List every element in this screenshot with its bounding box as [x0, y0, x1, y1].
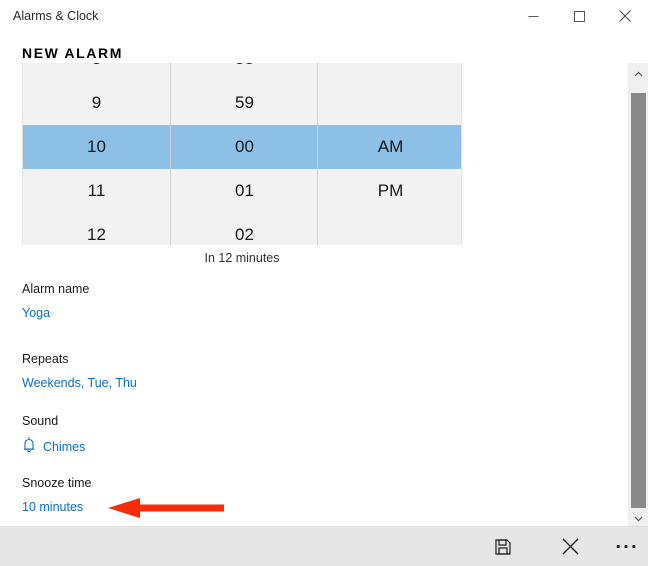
minute-cell-label: 58 — [171, 63, 318, 81]
hour-cell-label: 8 — [23, 63, 170, 81]
alarm-name-value[interactable]: Yoga — [22, 305, 50, 322]
scrollbar-up-button[interactable] — [629, 63, 648, 82]
hour-column[interactable]: 8 9 10 11 12 — [23, 63, 170, 245]
cancel-button[interactable] — [546, 527, 594, 566]
period-column[interactable]: AM PM — [317, 63, 461, 245]
maximize-button[interactable] — [556, 0, 602, 32]
hour-cell[interactable]: 11 — [23, 169, 170, 213]
minute-column[interactable]: 58 59 00 01 02 — [170, 63, 318, 245]
field-sound: Sound Chimes — [22, 413, 85, 458]
field-alarm-name: Alarm name Yoga — [22, 281, 89, 322]
ellipsis-icon — [616, 544, 636, 549]
period-cell[interactable] — [318, 63, 461, 81]
minute-cell[interactable]: 01 — [171, 169, 318, 213]
period-cell[interactable] — [318, 213, 461, 245]
period-cell[interactable]: PM — [318, 169, 461, 213]
period-cell-selected[interactable]: AM — [318, 125, 461, 169]
maximize-icon — [573, 10, 585, 22]
save-button[interactable] — [479, 527, 527, 566]
hour-cell[interactable]: 9 — [23, 81, 170, 125]
chevron-up-icon — [634, 64, 643, 82]
vertical-scrollbar[interactable] — [628, 63, 648, 527]
title-bar: Alarms & Clock — [0, 0, 648, 33]
close-icon — [619, 10, 631, 22]
minimize-button[interactable] — [510, 0, 556, 32]
sound-value-label: Chimes — [43, 440, 86, 454]
window-caption-buttons — [510, 0, 648, 32]
window-title: Alarms & Clock — [13, 9, 99, 23]
snooze-time-label: Snooze time — [22, 476, 92, 490]
minute-cell[interactable]: 58 — [171, 63, 318, 81]
hour-cell-selected[interactable]: 10 — [23, 125, 170, 169]
sound-label: Sound — [22, 414, 59, 428]
more-options-button[interactable] — [602, 527, 648, 566]
close-icon — [562, 538, 579, 555]
minute-cell[interactable]: 02 — [171, 213, 318, 245]
command-bar — [0, 526, 648, 566]
field-repeats: Repeats Weekends, Tue, Thu — [22, 351, 137, 392]
annotation-arrow-icon — [108, 497, 224, 519]
alarm-name-label: Alarm name — [22, 282, 90, 296]
scrollbar-thumb[interactable] — [631, 93, 646, 513]
time-until-caption: In 12 minutes — [204, 251, 280, 265]
field-snooze-time: Snooze time 10 minutes — [22, 475, 91, 516]
hour-cell[interactable]: 8 — [23, 63, 170, 81]
chevron-down-icon — [634, 509, 643, 527]
period-cell[interactable] — [318, 81, 461, 125]
minute-cell-selected[interactable]: 00 — [171, 125, 318, 169]
minimize-icon — [528, 11, 539, 22]
save-icon — [495, 538, 511, 555]
hour-cell[interactable]: 12 — [23, 213, 170, 245]
sound-value[interactable]: Chimes — [22, 437, 85, 458]
minute-cell[interactable]: 59 — [171, 81, 318, 125]
close-button[interactable] — [602, 0, 648, 32]
new-alarm-form: 8 9 10 11 12 58 59 00 01 02 AM PM In 12 — [0, 63, 628, 527]
bell-icon — [22, 437, 36, 458]
snooze-time-value[interactable]: 10 minutes — [22, 499, 83, 516]
repeats-value[interactable]: Weekends, Tue, Thu — [22, 375, 137, 392]
repeats-label: Repeats — [22, 352, 69, 366]
scrollbar-down-button[interactable] — [629, 508, 648, 527]
time-picker[interactable]: 8 9 10 11 12 58 59 00 01 02 AM PM — [22, 63, 462, 245]
page-title: NEW ALARM — [22, 45, 123, 61]
